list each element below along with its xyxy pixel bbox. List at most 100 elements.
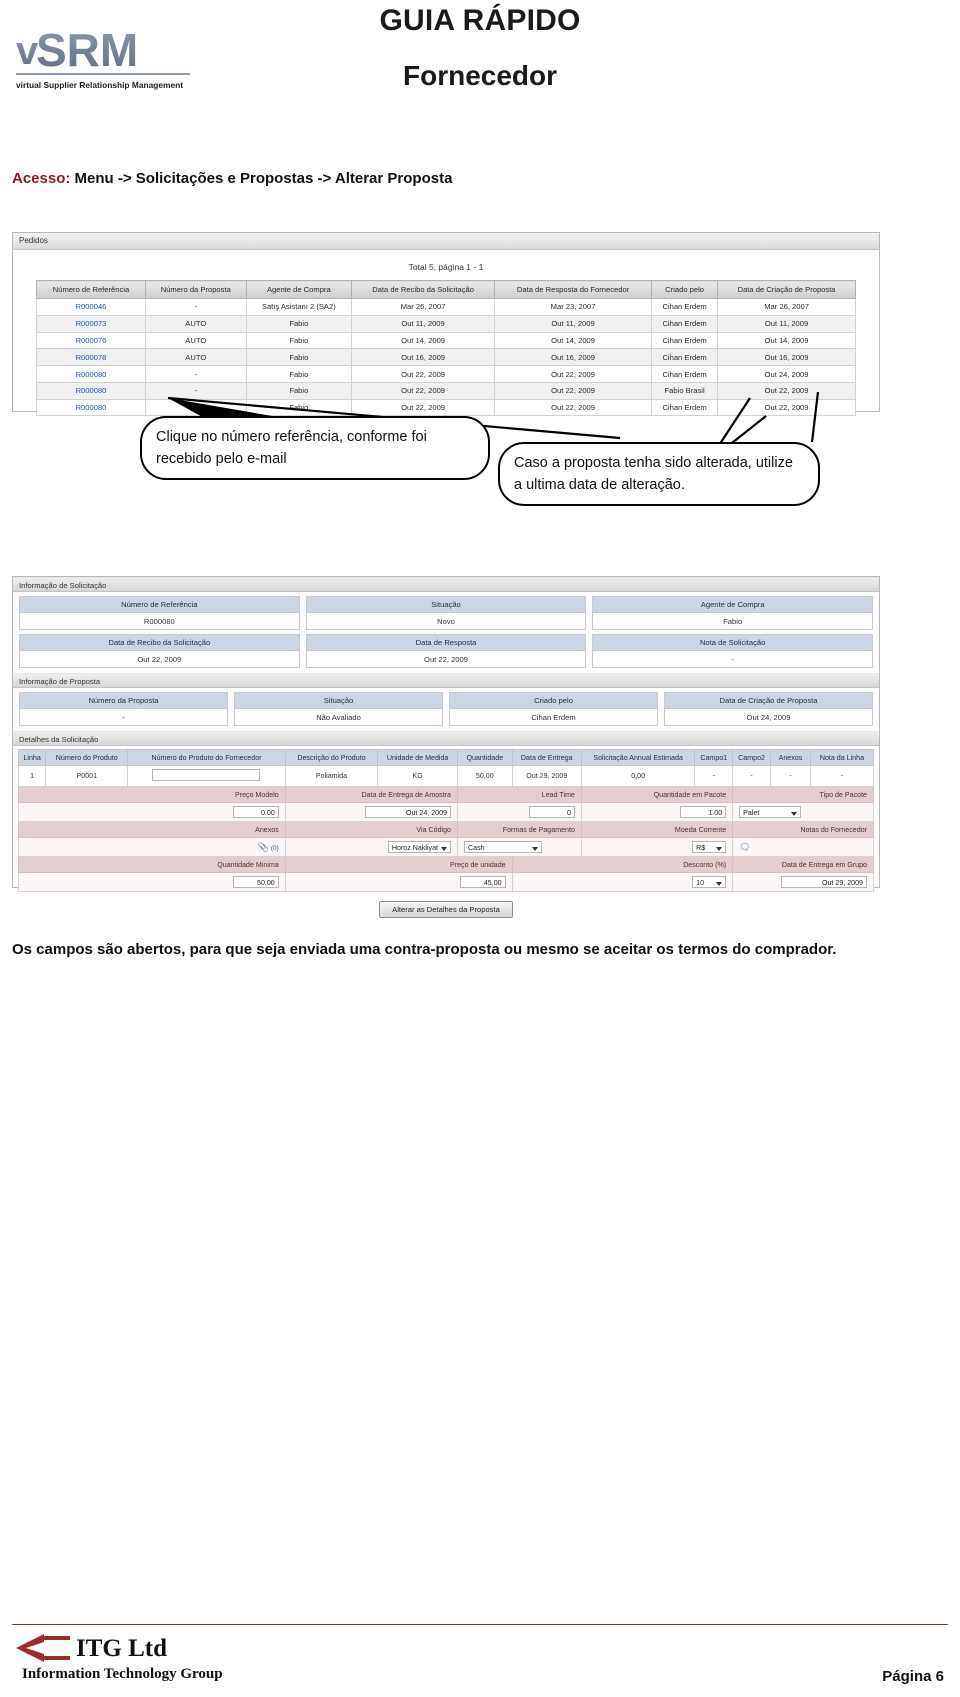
- band2-values-row: 📎 (0) Horoz Nakliyat Cash R$ 🗨: [18, 837, 874, 857]
- table-cell: Cihan Erdem: [651, 298, 719, 316]
- reference-number-link[interactable]: R000080: [36, 365, 146, 383]
- reference-number-link[interactable]: R000073: [36, 314, 146, 333]
- table-cell: Cihan Erdem: [651, 348, 719, 367]
- pedidos-header-row: Número de Referência Número da Proposta Ag…: [36, 280, 856, 299]
- detalhes-col-3: Descrição do Produto: [284, 749, 379, 766]
- reference-number-link[interactable]: R000078: [36, 348, 146, 367]
- table-cell: Out 22, 2009: [717, 381, 856, 400]
- page-header: v SRM virtual Supplier Relationship Mana…: [0, 0, 960, 130]
- table-cell: Out 22, 2009: [351, 381, 496, 400]
- solicitacao-field-0: Número de Referência R000080: [19, 596, 300, 630]
- data-entrega-grupo-input[interactable]: Out 29, 2009: [781, 876, 867, 888]
- table-cell: Out 11, 2009: [351, 314, 496, 333]
- reference-number-link[interactable]: R000076: [36, 331, 146, 350]
- band1-values-row: 0.00 Out 24, 2009 0 1.00 Palet: [18, 802, 874, 822]
- reference-number-link[interactable]: R000080: [36, 381, 146, 400]
- solicitacao-fields-row-2: Data de Recibo da Solicitação Out 22, 200…: [13, 630, 879, 673]
- reference-number-link[interactable]: R000046: [36, 298, 146, 316]
- section-detalhes-solicitacao: Detalhes da Solicitação: [13, 731, 879, 746]
- supplier-product-number-input[interactable]: [152, 769, 261, 781]
- solicitacao-label-0: Data de Recibo da Solicitação: [20, 635, 299, 651]
- quantidade-pacote-input[interactable]: 1.00: [680, 806, 727, 818]
- solicitacao-field-0: Data de Recibo da Solicitação Out 22, 200…: [19, 634, 300, 668]
- callout-one-text: Clique no número referência, conforme fo…: [156, 429, 427, 468]
- table-cell: Fabio: [245, 398, 353, 417]
- access-label: Acesso:: [12, 170, 71, 187]
- table-row: R000046- Satış Asistanı 2 (SA2) Mar 26, 20…: [36, 298, 856, 316]
- pedidos-table-body: R000046- Satış Asistanı 2 (SA2) Mar 26, 20…: [36, 298, 856, 417]
- solicitacao-value-0: R000080: [20, 613, 299, 629]
- solicitacao-label-1: Data de Resposta: [306, 635, 586, 651]
- band2-label-anexos: Anexos: [18, 821, 286, 838]
- band3-cell-data-entrega-grupo: Out 29, 2009: [732, 872, 874, 892]
- cell-nota-linha: -: [809, 765, 875, 787]
- table-cell: Out 22, 2009: [717, 398, 856, 417]
- solicitacao-field-1: Data de Resposta Out 22, 2009: [305, 634, 587, 668]
- solicitacao-label-1: Situação: [306, 597, 586, 613]
- table-cell: AUTO: [145, 331, 247, 350]
- solicitacao-fields-row-1: Número de Referência R000080 Situação Novo A…: [13, 592, 879, 630]
- table-cell: Mar 26, 2007: [351, 298, 496, 316]
- table-cell: AUTO: [145, 314, 247, 333]
- detalhes-col-8: Campo1: [694, 749, 734, 766]
- paperclip-icon[interactable]: 📎: [258, 842, 269, 852]
- table-row: R000073 AUTO Fabio Out 11, 2009 Out 11, 2009…: [36, 314, 856, 333]
- table-cell: Fabio: [245, 381, 353, 400]
- band2-header-row: Anexos Via Código Formas de Pagamento Mo…: [18, 821, 874, 838]
- table-cell: Fabio Brasil: [651, 381, 719, 400]
- cell-quantidade: 50,00: [457, 765, 513, 787]
- note-icon[interactable]: 🗨: [739, 842, 750, 852]
- pedidos-col-3: Data de Recibo da Solicitação: [351, 280, 496, 299]
- proposta-label-2: Criado pelo: [450, 693, 657, 709]
- table-row: R000080- Fabio Out 22, 2009 Out 22, 2009 Cih…: [36, 365, 856, 383]
- solicitacao-value-2: -: [593, 651, 873, 667]
- solicitacao-value-2: Fabio: [593, 613, 873, 629]
- desconto-select[interactable]: 10: [692, 876, 727, 888]
- band3-label-desconto: Desconto (%): [511, 856, 734, 873]
- access-breadcrumb: Acesso: Menu -> Solicitações e Propostas…: [12, 170, 452, 187]
- data-entrega-amostra-input[interactable]: Out 24, 2009: [365, 806, 451, 818]
- cell-campo1: -: [694, 765, 734, 787]
- cell-linha: 1: [17, 765, 47, 787]
- preco-modelo-input[interactable]: 0.00: [232, 806, 279, 818]
- lead-time-input[interactable]: 0: [528, 806, 575, 818]
- table-cell: Out 22, 2009: [351, 398, 496, 417]
- reference-number-link[interactable]: R000080: [36, 398, 146, 417]
- preco-unidade-input[interactable]: 45,00: [459, 876, 506, 888]
- cell-campo2: -: [732, 765, 771, 787]
- detalhes-table: Linha Número do Produto Número do Produto …: [17, 749, 875, 892]
- detalhes-col-4: Unidade de Medida: [377, 749, 458, 766]
- table-cell: -: [145, 298, 247, 316]
- table-cell: Out 24, 2009: [717, 365, 856, 383]
- solicitacao-label-0: Número de Referência: [20, 597, 299, 613]
- formas-pagamento-select[interactable]: Cash: [464, 841, 542, 853]
- band3-header-row: Quantidade Minima Preço de unidade Desco…: [18, 856, 874, 873]
- quantidade-minima-input[interactable]: 50,00: [232, 876, 279, 888]
- table-cell: Satış Asistanı 2 (SA2): [245, 298, 353, 316]
- proposta-value-2: Cihan Erdem: [450, 709, 657, 725]
- band3-values-row: 50,00 45,00 10 Out 29, 2009: [18, 872, 874, 892]
- document-subtitle: Fornecedor: [402, 60, 558, 91]
- detalhes-col-10: Anexos: [769, 749, 811, 766]
- table-row: R000080- Fabio Out 22, 2009 Out 22, 2009 Cih…: [36, 398, 856, 417]
- band3-label-data-entrega-grupo: Data de Entrega em Grupo: [732, 856, 874, 873]
- cell-data-entrega: Out 29, 2009: [511, 765, 582, 787]
- via-codigo-select[interactable]: Horoz Nakliyat: [387, 841, 451, 853]
- moeda-corrente-select[interactable]: R$: [692, 841, 727, 853]
- table-cell: Cihan Erdem: [651, 314, 719, 333]
- table-cell: Out 14, 2009: [717, 331, 856, 350]
- proposta-label-0: Número da Proposta: [20, 693, 227, 709]
- band1-cell-data-amostra: Out 24, 2009: [284, 802, 459, 822]
- footer-divider: [12, 1624, 948, 1625]
- band1-cell-tipo-pacote: Palet: [732, 802, 874, 822]
- table-cell: Fabio: [245, 348, 353, 367]
- pedidos-col-6: Data de Criação de Proposta: [717, 280, 856, 299]
- cell-numero-produto: P0001: [45, 765, 129, 787]
- section-informacao-solicitacao: Informação de Solicitação: [13, 577, 879, 592]
- proposta-fields-row: Número da Proposta - Situação Não Avaliado C…: [13, 688, 879, 731]
- solicitacao-field-2: Agente de Compra Fabio: [592, 596, 874, 630]
- pedidos-screenshot: Pedidos Total 5, página 1 - 1 Número de …: [12, 232, 880, 417]
- detalhes-col-9: Campo2: [732, 749, 771, 766]
- tipo-pacote-select[interactable]: Palet: [739, 806, 802, 818]
- alterar-detalhes-proposta-button[interactable]: Alterar as Detalhes da Proposta: [379, 901, 513, 918]
